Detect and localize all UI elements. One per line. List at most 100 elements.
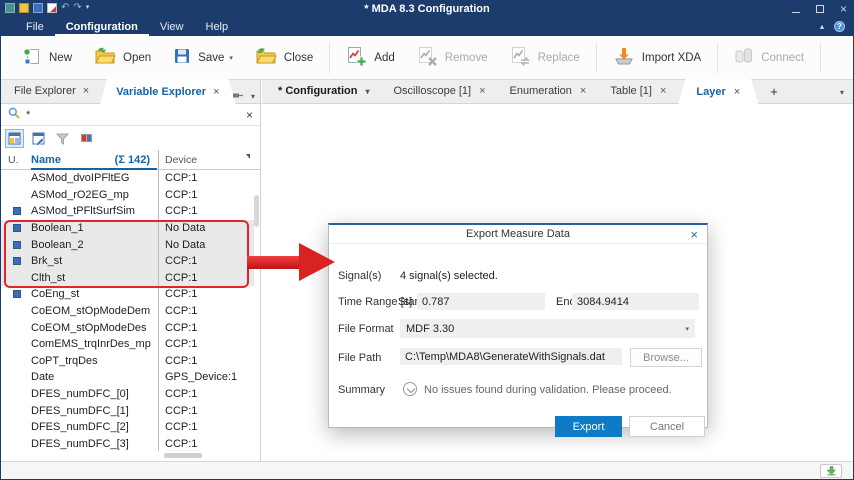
table-row[interactable]: DFES_numDFC_[1]CCP:1: [1, 402, 254, 419]
summary-expand-icon[interactable]: [403, 382, 417, 396]
grid-edit-icon[interactable]: [29, 129, 48, 148]
tab-table[interactable]: Table [1] ×: [598, 79, 678, 103]
row-count-badge: (Σ 142): [115, 154, 150, 166]
table-row[interactable]: DFES_numDFC_[3]CCP:1: [1, 436, 254, 452]
variable-device: CCP:1: [158, 336, 254, 353]
collapse-ribbon-icon[interactable]: ▴: [820, 22, 824, 31]
browse-button[interactable]: Browse...: [630, 348, 702, 367]
column-filter-icon[interactable]: [246, 154, 250, 159]
menu-view[interactable]: View: [149, 19, 195, 36]
import-status-icon: [826, 466, 837, 476]
close-tab-icon[interactable]: ×: [479, 85, 485, 97]
table-row[interactable]: ASMod_dvoIPFltEGCCP:1: [1, 170, 254, 187]
close-tab-icon[interactable]: ×: [83, 85, 89, 97]
tab-configuration[interactable]: * Configuration ▾: [266, 79, 381, 103]
grid-view-icon[interactable]: [5, 129, 24, 148]
start-time-input[interactable]: [417, 293, 545, 310]
help-icon[interactable]: ?: [834, 21, 845, 32]
clear-search-icon[interactable]: ×: [246, 108, 253, 122]
unit-flag-cell: [1, 236, 31, 253]
column-header-unit[interactable]: U.: [1, 154, 31, 166]
unit-flag-cell: [1, 319, 31, 336]
pin-icon[interactable]: [232, 87, 244, 105]
menu-file[interactable]: File: [15, 19, 55, 36]
table-row[interactable]: Brk_stCCP:1: [1, 253, 254, 270]
mini-signal-icon[interactable]: [77, 129, 96, 148]
variable-device: CCP:1: [158, 353, 254, 370]
xda-status-button[interactable]: [820, 464, 842, 478]
selected-variable-icon: [13, 290, 21, 298]
table-row[interactable]: DFES_numDFC_[0]CCP:1: [1, 386, 254, 403]
save-dropdown-caret-icon[interactable]: ▾: [229, 54, 233, 62]
unit-flag-cell: [1, 386, 31, 403]
close-tab-icon[interactable]: ×: [580, 85, 586, 97]
cancel-button[interactable]: Cancel: [629, 416, 705, 437]
menu-configuration[interactable]: Configuration: [55, 19, 149, 36]
selected-variable-icon: [13, 257, 21, 265]
horizontal-scrollbar[interactable]: [164, 453, 202, 458]
close-tab-icon[interactable]: ×: [213, 86, 219, 98]
table-row[interactable]: Boolean_2No Data: [1, 236, 254, 253]
end-time-input[interactable]: [572, 293, 699, 310]
open-button[interactable]: Open: [83, 42, 162, 73]
unit-flag-cell: [1, 303, 31, 320]
tab-enumeration[interactable]: Enumeration ×: [498, 79, 599, 103]
dialog-close-icon[interactable]: ×: [690, 227, 698, 242]
explorer-panel: File Explorer × Variable Explorer × ▾ * …: [1, 80, 261, 461]
tab-variable-explorer[interactable]: Variable Explorer ×: [100, 79, 235, 104]
table-row[interactable]: DFES_numDFC_[2]CCP:1: [1, 419, 254, 436]
variable-name: CoEng_st: [31, 288, 158, 300]
tab-overflow-caret-icon[interactable]: ▾: [840, 88, 844, 97]
tab-dropdown-caret-icon[interactable]: ▾: [365, 87, 369, 96]
add-button[interactable]: Add: [335, 41, 405, 74]
column-header-device[interactable]: Device: [158, 150, 260, 169]
table-row[interactable]: Boolean_1No Data: [1, 220, 254, 237]
minimize-button[interactable]: [792, 12, 800, 13]
variable-device: CCP:1: [158, 436, 254, 452]
table-row[interactable]: ComEMS_trqInrDes_mpCCP:1: [1, 336, 254, 353]
new-button[interactable]: New: [11, 41, 83, 74]
variable-name: DFES_numDFC_[1]: [31, 405, 158, 417]
variable-device: No Data: [158, 220, 254, 237]
signals-label: Signal(s): [338, 270, 381, 282]
table-row[interactable]: CoPT_trqDesCCP:1: [1, 353, 254, 370]
new-tab-button[interactable]: +: [758, 79, 790, 103]
variable-name: ComEMS_trqInrDes_mp: [31, 338, 158, 350]
table-row[interactable]: ASMod_rO2EG_mpCCP:1: [1, 187, 254, 204]
variable-name: CoEOM_stOpModeDes: [31, 322, 158, 334]
table-row[interactable]: ASMod_tPFltSurfSimCCP:1: [1, 203, 254, 220]
table-row[interactable]: CoEOM_stOpModeDemCCP:1: [1, 303, 254, 320]
vertical-scrollbar[interactable]: [254, 195, 259, 227]
save-button[interactable]: Save ▾: [162, 42, 244, 73]
close-tab-icon[interactable]: ×: [734, 86, 740, 98]
tab-list-caret-icon[interactable]: ▾: [251, 92, 255, 101]
table-row[interactable]: CoEng_stCCP:1: [1, 286, 254, 303]
close-tab-icon[interactable]: ×: [660, 85, 666, 97]
close-window-button[interactable]: ×: [840, 3, 847, 15]
variable-device: CCP:1: [158, 170, 254, 187]
menu-help[interactable]: Help: [195, 19, 240, 36]
column-header-name[interactable]: Name (Σ 142): [31, 154, 158, 166]
variable-device: GPS_Device:1: [158, 369, 254, 386]
dialog-title-bar[interactable]: Export Measure Data ×: [329, 225, 707, 244]
signals-value: 4 signal(s) selected.: [400, 270, 498, 282]
search-input[interactable]: *: [26, 109, 30, 121]
export-button[interactable]: Export: [555, 416, 622, 437]
maximize-button[interactable]: [816, 5, 824, 13]
variable-device: CCP:1: [158, 253, 254, 270]
selected-variable-icon: [13, 241, 21, 249]
filter-icon[interactable]: [53, 129, 72, 148]
file-format-select[interactable]: MDF 3.30 ▾: [400, 319, 695, 338]
import-xda-button[interactable]: Import XDA: [602, 41, 712, 74]
table-row[interactable]: DateGPS_Device:1: [1, 369, 254, 386]
tab-file-explorer[interactable]: File Explorer ×: [3, 79, 100, 103]
close-button[interactable]: Close: [244, 42, 324, 73]
table-row[interactable]: CoEOM_stOpModeDesCCP:1: [1, 319, 254, 336]
table-row[interactable]: Clth_stCCP:1: [1, 270, 254, 287]
unit-flag-cell: [1, 203, 31, 220]
variable-search-bar[interactable]: * ×: [1, 104, 260, 126]
tab-oscilloscope[interactable]: Oscilloscope [1] ×: [381, 79, 497, 103]
tab-layer[interactable]: Layer ×: [678, 79, 758, 104]
file-path-input[interactable]: [400, 348, 622, 365]
variable-name: DFES_numDFC_[0]: [31, 388, 158, 400]
